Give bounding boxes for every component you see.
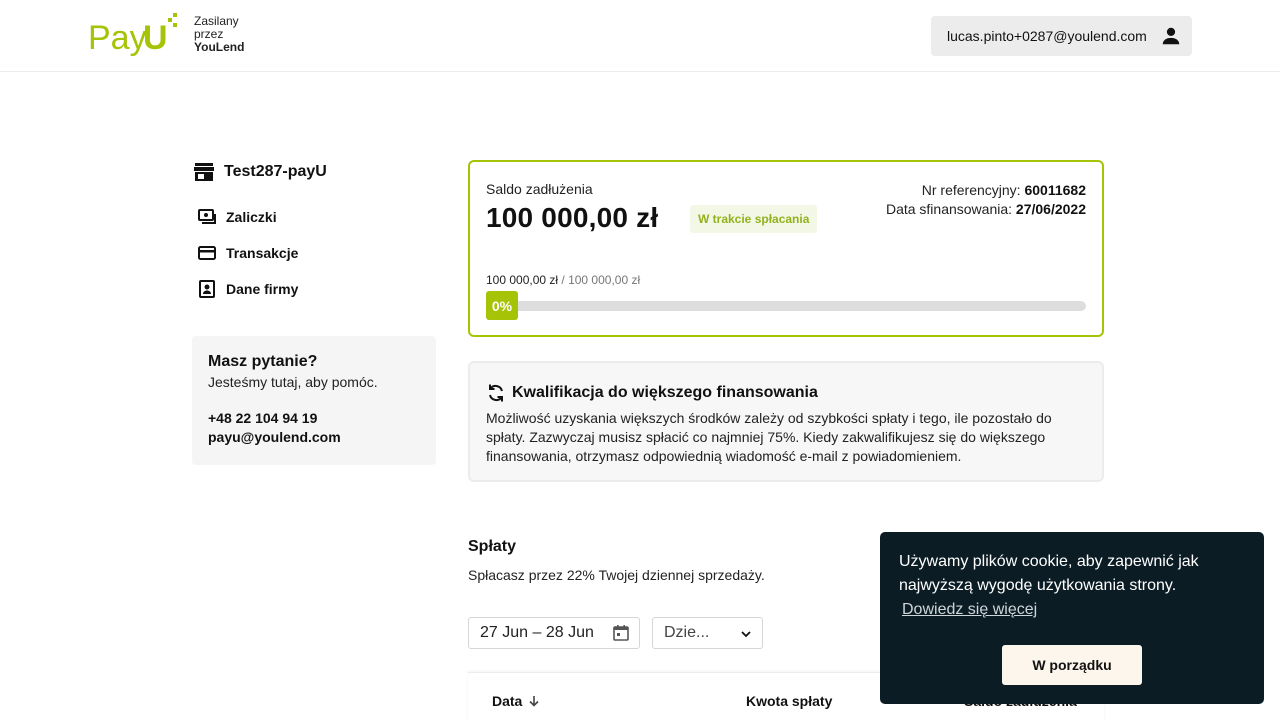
help-phone[interactable]: +48 22 104 94 19 [208, 409, 420, 428]
column-header-amount[interactable]: Kwota spłaty [746, 693, 832, 709]
user-email: lucas.pinto+0287@youlend.com [947, 28, 1147, 44]
credit-card-icon [198, 246, 216, 260]
balance-card: Saldo zadłużenia 100 000,00 zł W trakcie… [468, 160, 1104, 337]
powered-by-label: Zasilany przez YouLend [194, 15, 244, 54]
sidebar-item-label: Dane firmy [226, 281, 299, 297]
funded-date-row: Data sfinansowania: 27/06/2022 [886, 200, 1086, 219]
reference-value: 60011682 [1024, 182, 1086, 198]
column-header-label: Data [492, 693, 523, 709]
help-title: Masz pytanie? [208, 353, 318, 370]
svg-text:Pay: Pay [88, 19, 147, 57]
qualification-body: Możliwość uzyskania większych środków za… [486, 410, 1052, 464]
cookie-learn-more-link[interactable]: Dowiedz się więcej [902, 601, 1037, 619]
reference-number-row: Nr referencyjny: 60011682 [886, 181, 1086, 200]
store-icon [194, 163, 214, 181]
funded-label: Data sfinansowania: [885, 201, 1013, 217]
repayments-subtitle: Spłacasz przez 22% Twojej dziennej sprze… [468, 567, 765, 583]
cookie-banner: Używamy plików cookie, aby zapewnić jak … [880, 532, 1264, 704]
progress-total: 100 000,00 zł [568, 273, 641, 287]
help-subtitle: Jesteśmy tutaj, aby pomóc. [208, 374, 378, 390]
status-badge: W trakcie spłacania [690, 205, 818, 233]
progress-percent-badge: 0% [486, 291, 518, 320]
cash-icon [198, 209, 216, 224]
payu-logo-icon: Pay U [88, 13, 177, 57]
person-icon [1162, 27, 1180, 45]
help-card: Masz pytanie? Jesteśmy tutaj, aby pomóc.… [192, 336, 436, 465]
help-email[interactable]: payu@youlend.com [208, 428, 420, 447]
funded-value: 27/06/2022 [1015, 201, 1086, 217]
payu-logo[interactable]: Pay U [88, 12, 180, 58]
progress-separator: / [558, 273, 569, 287]
user-account-button[interactable]: lucas.pinto+0287@youlend.com [931, 16, 1192, 56]
date-range-picker[interactable]: 27 Jun – 28 Jun [468, 617, 640, 649]
balance-label: Saldo zadłużenia [486, 181, 593, 197]
progress-bar [486, 301, 1086, 311]
column-header-label: Kwota spłaty [746, 693, 833, 709]
sidebar-item-transactions[interactable]: Transakcje [198, 242, 298, 264]
sidebar-item-company-data[interactable]: Dane firmy [198, 278, 298, 300]
qualification-header: Kwalifikacja do większego finansowania [486, 381, 1086, 405]
date-range-value: 27 Jun – 28 Jun [480, 624, 594, 641]
balance-amount: 100 000,00 zł [486, 202, 659, 233]
sidebar-item-label: Zaliczki [226, 209, 277, 225]
sidebar-item-advances[interactable]: Zaliczki [198, 206, 277, 228]
calendar-icon[interactable] [612, 624, 630, 642]
qualification-title: Kwalifikacja do większego finansowania [512, 384, 818, 401]
reference-info: Nr referencyjny: 60011682 Data sfinansow… [886, 181, 1086, 219]
top-header: Pay U Zasilany przez YouLend lucas.pinto… [0, 0, 1280, 72]
reference-label: Nr referencyjny: [921, 182, 1021, 198]
chevron-down-icon [741, 631, 751, 638]
cookie-accept-button[interactable]: W porządku [1002, 645, 1142, 685]
column-header-date[interactable]: Data [492, 693, 540, 709]
merchant-name-label: Test287-payU [224, 163, 327, 180]
progress-current: 100 000,00 zł [486, 273, 559, 287]
progress-text: 100 000,00 zł / 100 000,00 zł [486, 273, 640, 287]
cookie-message: Używamy plików cookie, aby zapewnić jak … [899, 553, 1199, 594]
qualification-card: Kwalifikacja do większego finansowania M… [468, 361, 1104, 482]
contact-card-icon [199, 280, 215, 298]
svg-text:U: U [143, 19, 168, 57]
powered-brand: YouLend [194, 40, 245, 54]
arrow-down-icon [529, 696, 539, 707]
merchant-name: Test287-payU [194, 160, 327, 184]
repayments-title: Spłaty [468, 538, 517, 555]
refresh-icon [489, 384, 503, 402]
period-select[interactable]: Dzie... [652, 617, 763, 649]
period-select-value: Dzie... [664, 624, 710, 641]
sidebar-item-label: Transakcje [226, 245, 299, 261]
